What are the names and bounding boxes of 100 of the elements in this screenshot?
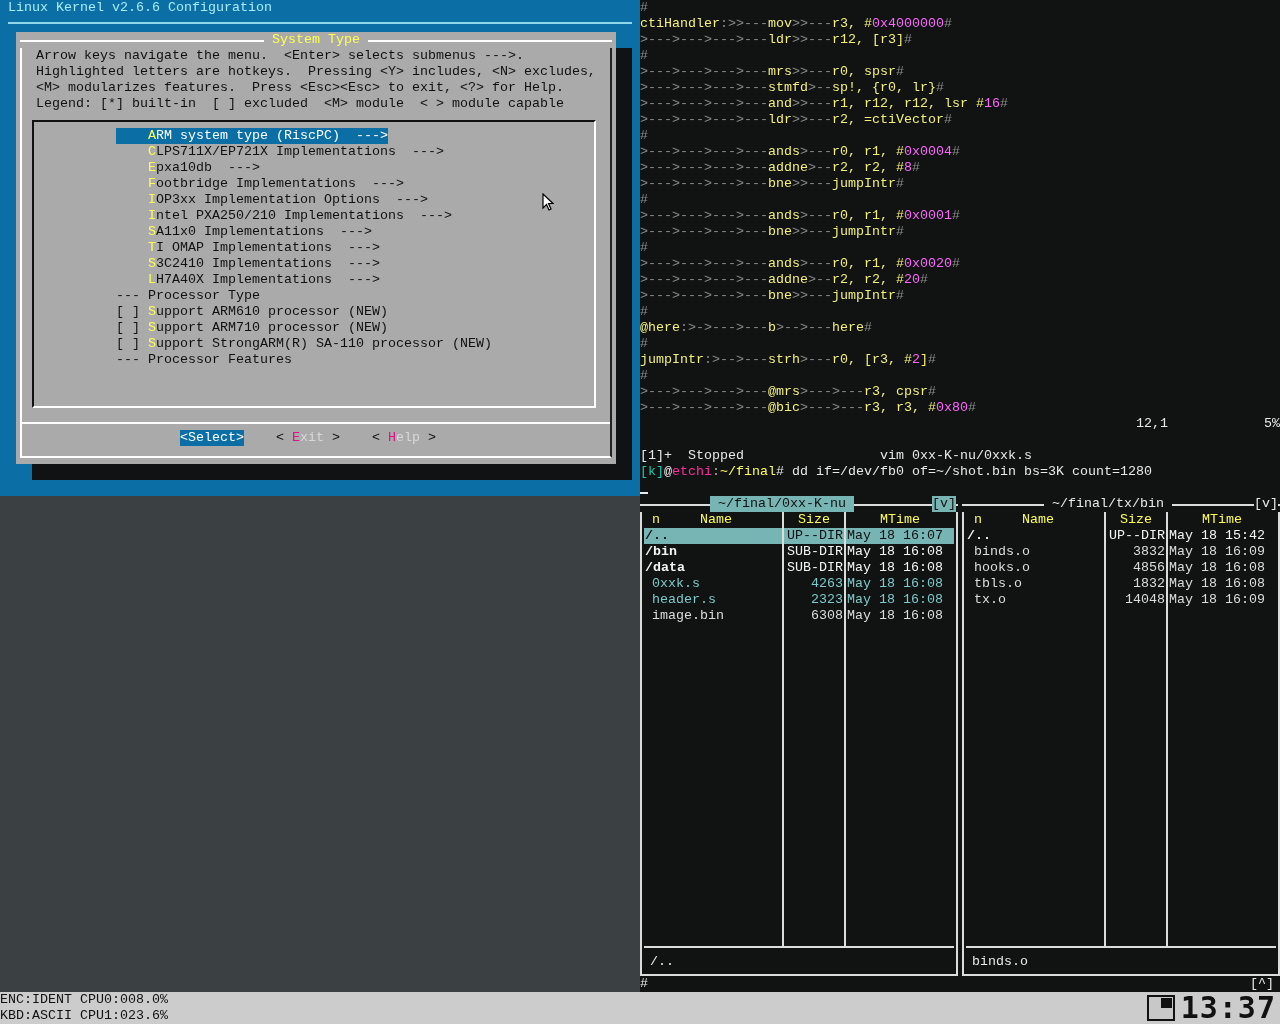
file-time: May 18 16:09: [1168, 592, 1266, 608]
code-line: >--->--->--->---@mrs>--->---r3, cpsr#: [640, 384, 937, 400]
code-line: #: [640, 368, 649, 384]
menu-item[interactable]: TI OMAP Implementations --->: [116, 240, 380, 256]
window-icon[interactable]: [1146, 995, 1175, 1021]
scroll-marker: [^]: [1250, 976, 1274, 992]
code-line: #: [640, 192, 649, 208]
menu-item[interactable]: ARM system type (RiscPC) --->: [116, 128, 388, 144]
mouse-pointer-icon: [542, 193, 554, 211]
help-text: <M> modularizes features. Press <Esc><Esc> to exit, <?> for Help.: [35, 80, 565, 96]
menu-item[interactable]: S3C2410 Implementations --->: [116, 256, 380, 272]
dialog-button[interactable]: <Select>: [180, 430, 244, 446]
help-text: Arrow keys navigate the menu. <Enter> selects submenus --->.: [35, 48, 525, 64]
file-size: 14048: [1124, 592, 1166, 608]
code-line: #: [640, 336, 649, 352]
column-header: MTime: [1201, 512, 1243, 528]
code-line: #: [640, 128, 649, 144]
column-header: Size: [1119, 512, 1153, 528]
code-line: >--->--->--->---ands>---r0, r1, #0x0001#: [640, 208, 961, 224]
clock: 13:37: [1180, 992, 1276, 1024]
code-line: >--->--->--->---bne>>---jumpIntr#: [640, 288, 905, 304]
file-size: 1832: [1132, 576, 1166, 592]
cursor-position: 12,1: [1136, 416, 1169, 432]
status-text: ENC:IDENT CPU0:008.0%: [0, 992, 168, 1008]
file-name[interactable]: 0xxk.s: [644, 576, 782, 592]
file-size: SUB-DIR: [786, 560, 844, 576]
code-line: >--->--->--->---addne>--r2, r2, #8#: [640, 160, 921, 176]
selected-file-info: /..: [650, 954, 674, 969]
code-line: #: [640, 0, 649, 16]
file-time: May 18 16:08: [1168, 576, 1266, 592]
file-size: 3832: [1132, 544, 1166, 560]
code-line: >--->--->--->---bne>>---jumpIntr#: [640, 176, 905, 192]
file-name[interactable]: hooks.o: [966, 560, 1104, 576]
file-name[interactable]: tbls.o: [966, 576, 1104, 592]
job-status-line: [1]+ Stopped vim 0xx-K-nu/0xxk.s: [640, 448, 1033, 464]
code-line: >--->--->--->---ldr>>---r2, =ctiVector#: [640, 112, 953, 128]
code-line: >--->--->--->---stmfd>--sp!, {r0, lr}#: [640, 80, 945, 96]
file-name[interactable]: tx.o: [966, 592, 1104, 608]
menu-item[interactable]: Footbridge Implementations --->: [116, 176, 404, 192]
text-cursor: [640, 492, 648, 494]
status-text: KBD:ASCII CPU1:023.6%: [0, 1008, 168, 1024]
column-header: Name: [700, 512, 732, 528]
panel-title[interactable]: ~/final/0xx-K-nu: [710, 496, 854, 512]
code-line: >--->--->--->---ldr>>---r12, [r3]#: [640, 32, 913, 48]
window-title: Linux Kernel v2.6.6 Configuration: [7, 0, 273, 16]
view-toggle[interactable]: [v]: [932, 496, 956, 512]
file-time: May 18 16:08: [846, 576, 944, 592]
help-text: Legend: [*] built-in [ ] excluded <M> module < > module capable: [35, 96, 565, 112]
checkbox-item[interactable]: [ ] Support ARM710 processor (NEW): [116, 320, 388, 336]
menu-item[interactable]: Epxa10db --->: [116, 160, 260, 176]
menu-separator: --- Processor Features: [116, 352, 292, 368]
panel-title[interactable]: ~/final/tx/bin: [1044, 496, 1172, 512]
file-name[interactable]: binds.o: [966, 544, 1104, 560]
file-name[interactable]: /..: [966, 528, 1104, 544]
file-size: 6308: [810, 608, 844, 624]
file-size: UP--DIR: [784, 528, 844, 544]
code-line: @here:>->--->---b>-->---here#: [640, 320, 873, 336]
file-name[interactable]: /data: [644, 560, 782, 576]
menu-item[interactable]: IOP3xx Implementation Options --->: [116, 192, 428, 208]
file-time: May 18 16:08: [1168, 560, 1266, 576]
column-header: Size: [797, 512, 831, 528]
help-text: Highlighted letters are hotkeys. Pressing <Y> includes, <N> excludes,: [35, 64, 597, 80]
file-time: May 18 16:08: [846, 592, 944, 608]
column-header: Name: [1022, 512, 1054, 528]
code-line: ctiHandler:>>---mov>>---r3, #0x4000000#: [640, 16, 953, 32]
file-name[interactable]: /..: [644, 528, 782, 544]
code-line: >--->--->--->---addne>--r2, r2, #20#: [640, 272, 929, 288]
file-name[interactable]: header.s: [644, 592, 782, 608]
file-name[interactable]: /bin: [644, 544, 782, 560]
file-time: May 18 16:09: [1168, 544, 1266, 560]
menu-item[interactable]: Intel PXA250/210 Implementations --->: [116, 208, 452, 224]
code-line: >--->--->--->---ands>---r0, r1, #0x0020#: [640, 256, 961, 272]
code-line: #: [640, 240, 649, 256]
column-header: MTime: [879, 512, 921, 528]
shell-prompt: [k]@etchi:~/final# dd if=/dev/fb0 of=~/shot.bin bs=3K count=1280: [640, 464, 1153, 480]
menu-separator: --- Processor Type: [116, 288, 260, 304]
menu-item[interactable]: LH7A40X Implementations --->: [116, 272, 380, 288]
view-toggle[interactable]: [v]: [1254, 496, 1278, 512]
code-line: >--->--->--->---ands>---r0, r1, #0x0004#: [640, 144, 961, 160]
column-header: n: [652, 512, 661, 528]
dialog-title: System Type: [271, 32, 361, 48]
file-time: May 18 16:08: [846, 608, 944, 624]
shell-prompt: #: [640, 976, 648, 992]
menu-item[interactable]: CLPS711X/EP721X Implementations --->: [116, 144, 444, 160]
menu-item[interactable]: SA11x0 Implementations --->: [116, 224, 372, 240]
file-time: May 18 16:08: [846, 560, 944, 576]
file-size: UP--DIR: [1108, 528, 1166, 544]
file-time: May 18 16:07: [846, 528, 954, 544]
checkbox-item[interactable]: [ ] Support ARM610 processor (NEW): [116, 304, 388, 320]
file-size: SUB-DIR: [786, 544, 844, 560]
code-line: jumpIntr:>-->---strh>---r0, [r3, #2]#: [640, 352, 937, 368]
code-line: >--->--->--->---mrs>>---r0, spsr#: [640, 64, 905, 80]
file-time: May 18 16:08: [846, 544, 944, 560]
checkbox-item[interactable]: [ ] Support StrongARM(R) SA-110 processor (NEW): [116, 336, 492, 352]
code-line: >--->--->--->---and>>---r1, r12, r12, lsr #16#: [640, 96, 1009, 112]
column-header: n: [974, 512, 983, 528]
file-size: 4856: [1132, 560, 1166, 576]
file-name[interactable]: image.bin: [644, 608, 782, 624]
code-line: #: [640, 48, 649, 64]
selected-file-info: binds.o: [972, 954, 1028, 969]
